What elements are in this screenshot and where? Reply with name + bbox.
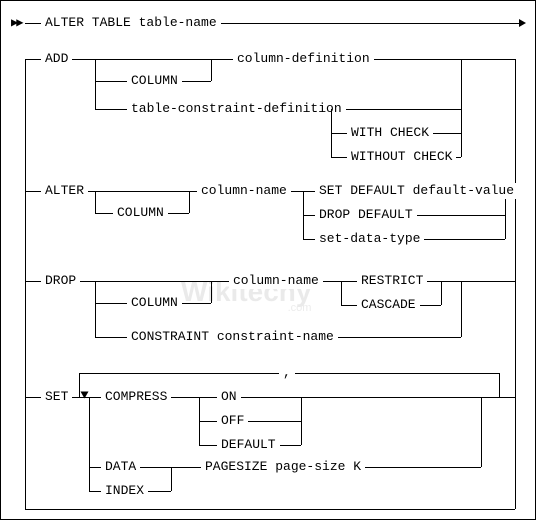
drop-column-kw: COLUMN — [127, 295, 182, 311]
alter-keyword: ALTER — [41, 183, 88, 199]
set-on: ON — [217, 389, 241, 405]
set-keyword: SET — [41, 389, 72, 405]
drop-restrict: RESTRICT — [357, 273, 427, 289]
alter-column-kw: COLUMN — [113, 205, 168, 221]
rail-start: ▶▶ — [11, 15, 21, 30]
set-data: DATA — [101, 459, 140, 475]
alter-drop-default: DROP DEFAULT — [315, 207, 417, 223]
drop-keyword: DROP — [41, 273, 80, 289]
drop-col-name: column-name — [229, 273, 323, 289]
add-without-check: WITHOUT CHECK — [347, 149, 456, 165]
set-index: INDEX — [101, 483, 148, 499]
set-default: DEFAULT — [217, 437, 280, 453]
rail-arrow — [519, 19, 526, 27]
syntax-diagram: Wikitechy .com ▶▶ ALTER TABLE table-name… — [0, 0, 536, 520]
add-tbl-constraint: table-constraint-definition — [127, 101, 346, 117]
set-compress: COMPRESS — [101, 389, 171, 405]
add-column-kw: COLUMN — [127, 73, 182, 89]
add-with-check: WITH CHECK — [347, 125, 433, 141]
set-off: OFF — [217, 413, 248, 429]
drop-cascade: CASCADE — [357, 297, 420, 313]
alter-col-name: column-name — [197, 183, 291, 199]
title-keyword: ALTER TABLE table-name — [41, 15, 221, 31]
alter-set-dtype: set-data-type — [315, 231, 424, 247]
drop-constraint: CONSTRAINT constraint-name — [127, 329, 338, 345]
add-keyword: ADD — [41, 51, 72, 67]
set-loop-sep: , — [279, 365, 295, 381]
set-pagesize: PAGESIZE page-size K — [201, 459, 365, 475]
add-col-def: column-definition — [233, 51, 374, 67]
alter-set-default: SET DEFAULT default-value — [315, 183, 518, 199]
